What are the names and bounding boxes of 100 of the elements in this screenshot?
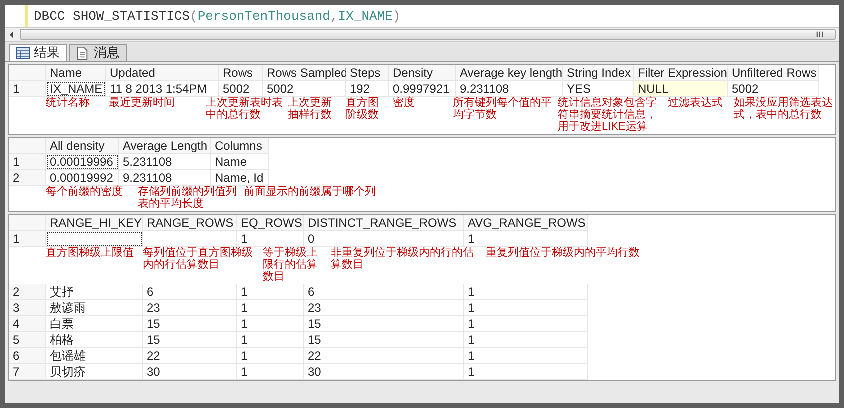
- header-corner[interactable]: [9, 65, 46, 81]
- row-number: 4: [9, 316, 46, 332]
- header-corner[interactable]: [9, 138, 46, 154]
- table-cell: 22: [304, 348, 464, 364]
- column-header[interactable]: RANGE_ROWS: [143, 215, 237, 231]
- scroll-left-icon[interactable]: [8, 30, 16, 38]
- table-cell: 0.00019992: [46, 170, 119, 186]
- table-cell: Name: [211, 154, 269, 170]
- table-cell: 5002: [263, 81, 346, 97]
- table-cell: IX_NAME: [46, 81, 106, 97]
- table-cell: 0.9997921: [389, 81, 456, 97]
- annotation-note: 直方图阶级数: [346, 97, 380, 123]
- table-cell: 1: [464, 284, 588, 300]
- column-header[interactable]: Rows: [219, 65, 263, 81]
- annotation-note: 统计信息对象包含字符串摘要统计信息，用于改进LIKE运算: [558, 97, 658, 133]
- column-header[interactable]: DISTINCT_RANGE_ROWS: [304, 215, 464, 231]
- column-header[interactable]: AVG_RANGE_ROWS: [464, 215, 588, 231]
- table-cell: 15: [304, 316, 464, 332]
- annotation-note: 非重复列位于梯级内的行的估算数目: [331, 247, 475, 273]
- column-header[interactable]: Filter Expression: [634, 65, 728, 81]
- row-number: 6: [9, 348, 46, 364]
- table-cell: 11 8 2013 1:54PM: [106, 81, 219, 97]
- table-cell: 192: [346, 81, 389, 97]
- table-cell: 1: [464, 332, 588, 348]
- annotation-note: 密度: [393, 97, 416, 111]
- result-tab[interactable]: 结果: [9, 44, 67, 61]
- table-cell: 30: [304, 364, 464, 380]
- table-cell: 0.00019996: [46, 154, 119, 170]
- annotation-note: 如果没应用筛选表达式，表中的总行数: [734, 97, 834, 123]
- result-tab[interactable]: 消息: [69, 44, 127, 61]
- annotation-note: 每列值位于直方图梯级内的行估算数目: [143, 247, 254, 273]
- table-cell: 1: [237, 284, 304, 300]
- table-cell: 贝切疥: [46, 364, 143, 380]
- table-cell: 9.231108: [119, 170, 211, 186]
- table-cell: 包谣雄: [46, 348, 143, 364]
- column-header[interactable]: All density: [46, 138, 119, 154]
- table-cell: 23: [143, 300, 237, 316]
- table-cell: 5002: [728, 81, 819, 97]
- table-cell: 敖谚雨: [46, 300, 143, 316]
- table-cell: 1: [464, 348, 588, 364]
- column-header[interactable]: Name: [46, 65, 106, 81]
- column-header[interactable]: Steps: [346, 65, 389, 81]
- row-number: 5: [9, 332, 46, 348]
- column-header[interactable]: String Index: [563, 65, 634, 81]
- table-cell: 1: [464, 231, 588, 247]
- grip-icon: [815, 31, 825, 38]
- column-header[interactable]: Average key length: [456, 65, 563, 81]
- table-cell: 柏格: [46, 332, 143, 348]
- column-header[interactable]: Updated: [106, 65, 219, 81]
- table-cell: 1: [464, 316, 588, 332]
- table-cell: 1: [237, 332, 304, 348]
- annotation-note: 重复列值位于梯级内的平均行数: [486, 247, 641, 261]
- table-cell: 1: [464, 300, 588, 316]
- annotation-note: 最近更新时间: [109, 97, 176, 111]
- document-icon: [76, 46, 90, 60]
- table-cell: 5.231108: [119, 154, 211, 170]
- table-cell: 1: [237, 316, 304, 332]
- row-number: 1: [9, 154, 46, 170]
- header-corner[interactable]: [9, 215, 46, 231]
- table-cell: 23: [304, 300, 464, 316]
- table-cell: 15: [304, 332, 464, 348]
- annotation-note: 直方图梯级上限值: [46, 247, 135, 261]
- column-header[interactable]: RANGE_HI_KEY: [46, 215, 143, 231]
- row-number: 2: [9, 170, 46, 186]
- column-header[interactable]: Average Length: [119, 138, 211, 154]
- column-header[interactable]: Columns: [211, 138, 269, 154]
- row-number: 2: [9, 284, 46, 300]
- table-cell: 15: [143, 332, 237, 348]
- table-cell: 艾抒: [46, 284, 143, 300]
- row-number: 3: [9, 300, 46, 316]
- table-cell: 15: [143, 316, 237, 332]
- annotation-note: 过滤表达式: [668, 97, 724, 111]
- table-cell: 6: [304, 284, 464, 300]
- table-cell: 0: [304, 231, 464, 247]
- annotation-note: 存储列前缀的列值列表的平均长度: [138, 186, 238, 210]
- table-cell: Name, Id: [211, 170, 269, 186]
- annotation-note: 统计名称: [46, 97, 91, 111]
- sql-query: DBCC SHOW_STATISTICS(PersonTenThousand,IX_NAME): [34, 8, 401, 24]
- table-cell: 30: [143, 364, 237, 380]
- horizontal-scrollbar[interactable]: [5, 27, 839, 42]
- table-cell: 1: [237, 231, 304, 247]
- table-cell: 1: [464, 364, 588, 380]
- annotation-note: 上次更新抽样行数: [288, 97, 333, 123]
- table-cell: 5002: [219, 81, 263, 97]
- annotation-note: 前面显示的前缀属于哪个列: [244, 186, 377, 200]
- column-header[interactable]: EQ_ROWS: [237, 215, 304, 231]
- table-cell: 1: [237, 348, 304, 364]
- column-header[interactable]: Unfiltered Rows: [728, 65, 819, 81]
- table-cell: NULL: [634, 81, 728, 97]
- column-header[interactable]: Density: [389, 65, 456, 81]
- table-cell: 22: [143, 348, 237, 364]
- grid-icon: [16, 46, 30, 60]
- annotation-note: 所有键列每个值的平均字节数: [453, 97, 553, 123]
- table-cell: 1: [237, 300, 304, 316]
- annotation-note: 上次更新表时表中的总行数: [206, 97, 284, 123]
- table-cell: 1: [237, 364, 304, 380]
- row-number: 7: [9, 364, 46, 380]
- annotation-note: 每个前缀的密度: [46, 186, 124, 200]
- row-number: 1: [9, 231, 46, 247]
- annotation-note: 等于梯级上限行的估算数目: [263, 247, 319, 283]
